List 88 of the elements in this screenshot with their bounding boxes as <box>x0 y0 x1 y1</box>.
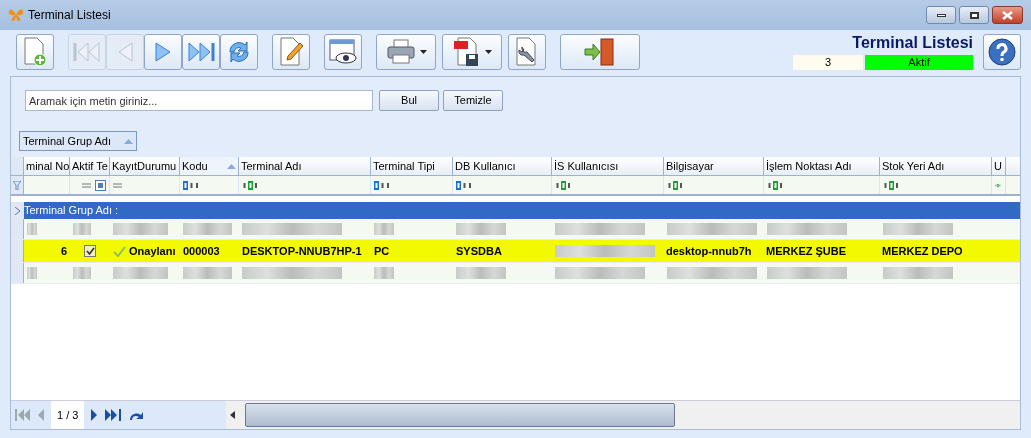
column-header[interactable]: Bilgisayar <box>664 157 764 175</box>
blurred-text <box>883 267 953 279</box>
scroll-left-icon <box>230 411 235 419</box>
printer-icon <box>385 39 416 65</box>
table-cell-text: DESKTOP-NNUB7HP-1 <box>241 243 363 259</box>
page-indicator: 1 / 3 <box>51 401 85 429</box>
first-record-icon <box>72 40 102 64</box>
table-cell-text: PC <box>373 243 391 259</box>
pdf-save-icon <box>452 37 481 67</box>
record-count: 3 <box>793 55 863 70</box>
column-header[interactable]: Stok Yeri Adı <box>880 157 992 175</box>
last-record-icon <box>186 40 216 64</box>
first-page-icon <box>15 409 31 421</box>
dropdown-caret-icon <box>484 50 492 54</box>
column-header[interactable]: DB Kullanıcı <box>453 157 552 175</box>
minimize-button[interactable] <box>926 6 956 24</box>
column-header[interactable]: minal No <box>24 157 70 175</box>
close-icon <box>1002 10 1013 20</box>
dropdown-caret-icon <box>419 50 427 54</box>
blurred-text <box>27 223 37 235</box>
refresh-toolbar-button[interactable] <box>220 34 258 70</box>
table-cell-text: MERKEZ ŞUBE <box>765 243 848 259</box>
status-badge: Aktif <box>865 55 973 70</box>
table-cell-text: MERKEZ DEPO <box>881 243 964 259</box>
next-page-icon <box>90 409 99 421</box>
scrollbar-thumb[interactable] <box>245 403 675 427</box>
blurred-text <box>113 223 168 235</box>
blurred-text <box>374 267 394 279</box>
window-title: Terminal Listesi <box>28 7 111 24</box>
next-record-icon <box>153 40 173 64</box>
blurred-text <box>374 223 394 235</box>
help-button[interactable] <box>983 34 1021 70</box>
blurred-text <box>27 267 37 279</box>
blurred-text <box>73 267 91 279</box>
checkbox-filter-icon <box>95 179 106 191</box>
table-cell-text: Onaylanı <box>129 243 176 259</box>
column-header[interactable]: U <box>992 157 1006 175</box>
last-toolbar-button[interactable] <box>182 34 220 70</box>
blurred-text <box>183 267 232 279</box>
new-document-icon <box>22 37 48 67</box>
equals-icon <box>82 182 91 188</box>
tools-toolbar-button[interactable] <box>508 34 546 70</box>
blurred-text <box>183 223 232 235</box>
blurred-text <box>73 223 91 235</box>
window-eye-icon <box>328 38 358 66</box>
equals-icon <box>113 182 122 188</box>
previous-page-icon <box>37 409 45 421</box>
blurred-text <box>456 223 506 235</box>
group-by-chip[interactable]: Terminal Grup Adı <box>19 131 137 151</box>
print-toolbar-button[interactable] <box>376 34 436 70</box>
close-button[interactable] <box>992 6 1023 24</box>
sort-ascending-icon <box>124 138 133 144</box>
active-checkbox[interactable] <box>84 245 96 257</box>
filter-icon <box>13 180 21 190</box>
blurred-text <box>113 267 168 279</box>
column-header[interactable]: Aktif Te <box>70 157 110 175</box>
view-toolbar-button[interactable] <box>324 34 362 70</box>
maximize-button[interactable] <box>959 6 989 24</box>
column-header[interactable]: Terminal Adı <box>239 157 371 175</box>
pdf-toolbar-button[interactable] <box>442 34 502 70</box>
next-toolbar-button[interactable] <box>144 34 182 70</box>
column-header[interactable]: İşlem Noktası Adı <box>764 157 880 175</box>
butterfly-icon <box>8 8 24 22</box>
column-header[interactable]: Terminal Tipi <box>371 157 453 175</box>
table-cell-text: desktop-nnub7h <box>665 243 753 259</box>
group-row-label: Terminal Grup Adı : <box>24 203 119 219</box>
blurred-text <box>883 223 953 235</box>
exit-toolbar-button[interactable] <box>560 34 640 70</box>
search-field[interactable]: Aramak için metin giriniz... <box>25 90 373 111</box>
edit-toolbar-button[interactable] <box>272 34 310 70</box>
checkmark-icon <box>113 245 126 257</box>
search-action-button[interactable]: Temizle <box>443 90 503 111</box>
search-action-button[interactable]: Bul <box>379 90 439 111</box>
sort-ascending-icon <box>227 163 236 169</box>
table-cell-text: 6 <box>59 243 68 259</box>
help-icon <box>988 38 1016 66</box>
new-toolbar-button[interactable] <box>16 34 54 70</box>
table-cell-text: SYSDBA <box>455 243 503 259</box>
blurred-text <box>456 267 506 279</box>
expand-chevron-icon <box>15 206 20 215</box>
edit-document-icon <box>278 37 304 67</box>
last-page-icon <box>104 409 123 421</box>
form-heading: Terminal Listesi <box>852 34 973 52</box>
column-header[interactable]: İS Kullanıcısı <box>552 157 664 175</box>
exit-door-icon <box>583 37 617 67</box>
table-row[interactable]: 6 Onaylanı 000003 DESKTOP-NNUB7HP-1 PC SYSDBA desktop-nnub7h MERKEZ ŞUBE MERKEZ DEPO <box>11 240 1020 263</box>
table-cell-text: 000003 <box>182 243 221 259</box>
column-header[interactable]: Kodu <box>180 157 239 175</box>
